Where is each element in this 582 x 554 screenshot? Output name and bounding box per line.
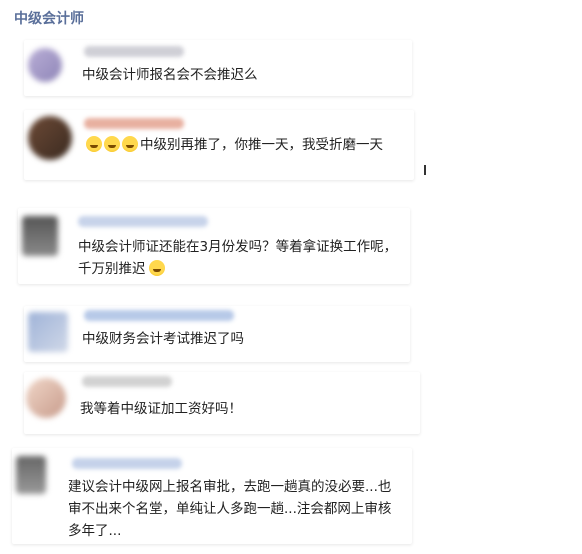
username-blurred: [84, 118, 184, 129]
scroll-edge-marker: [424, 165, 426, 175]
username-blurred: [82, 376, 172, 387]
comment-text: 中级会计师证还能在3月份发吗？等着拿证换工作呢，千万别推迟: [78, 236, 398, 280]
laughing-crying-emoji-icon: [122, 136, 138, 152]
avatar: [28, 312, 68, 352]
avatar: [28, 116, 72, 160]
laughing-crying-emoji-icon: [104, 136, 120, 152]
comment-text: 建议会计中级网上报名审批，去跑一趟真的没必要...也审不出来个名堂，单纯让人多跑…: [68, 479, 392, 539]
avatar: [28, 48, 62, 82]
username-blurred: [72, 458, 182, 469]
comment-card-4[interactable]: 中级财务会计考试推迟了吗: [24, 306, 410, 362]
username-blurred: [84, 46, 184, 57]
username-blurred: [84, 310, 234, 321]
page-title: 中级会计师: [14, 11, 84, 27]
comment-text: 中级会计师报名会不会推迟么: [82, 67, 258, 83]
avatar: [22, 216, 58, 256]
comment-card-3[interactable]: 中级会计师证还能在3月份发吗？等着拿证换工作呢，千万别推迟: [18, 208, 410, 284]
comment-text: 我等着中级证加工资好吗！: [80, 401, 242, 417]
comment-text-body: 中级会计师证还能在3月份发吗？等着拿证换工作呢，千万别推迟: [78, 239, 398, 277]
username-blurred: [78, 216, 208, 227]
comment-card-6[interactable]: 建议会计中级网上报名审批，去跑一趟真的没必要...也审不出来个名堂，单纯让人多跑…: [12, 448, 412, 544]
avatar: [26, 378, 66, 418]
crying-emoji-icon: [148, 260, 165, 276]
comment-text-body: 中级别再推了，你推一天，我受折磨一天: [140, 137, 383, 153]
comment-card-5[interactable]: 我等着中级证加工资好吗！: [24, 372, 420, 434]
comment-card-2[interactable]: 中级别再推了，你推一天，我受折磨一天: [24, 110, 414, 180]
comment-text: 中级财务会计考试推迟了吗: [82, 331, 244, 347]
comment-text: 中级别再推了，你推一天，我受折磨一天: [86, 134, 406, 156]
laughing-crying-emoji-icon: [86, 136, 102, 152]
comment-card-1[interactable]: 中级会计师报名会不会推迟么: [24, 40, 412, 96]
avatar: [16, 456, 46, 494]
